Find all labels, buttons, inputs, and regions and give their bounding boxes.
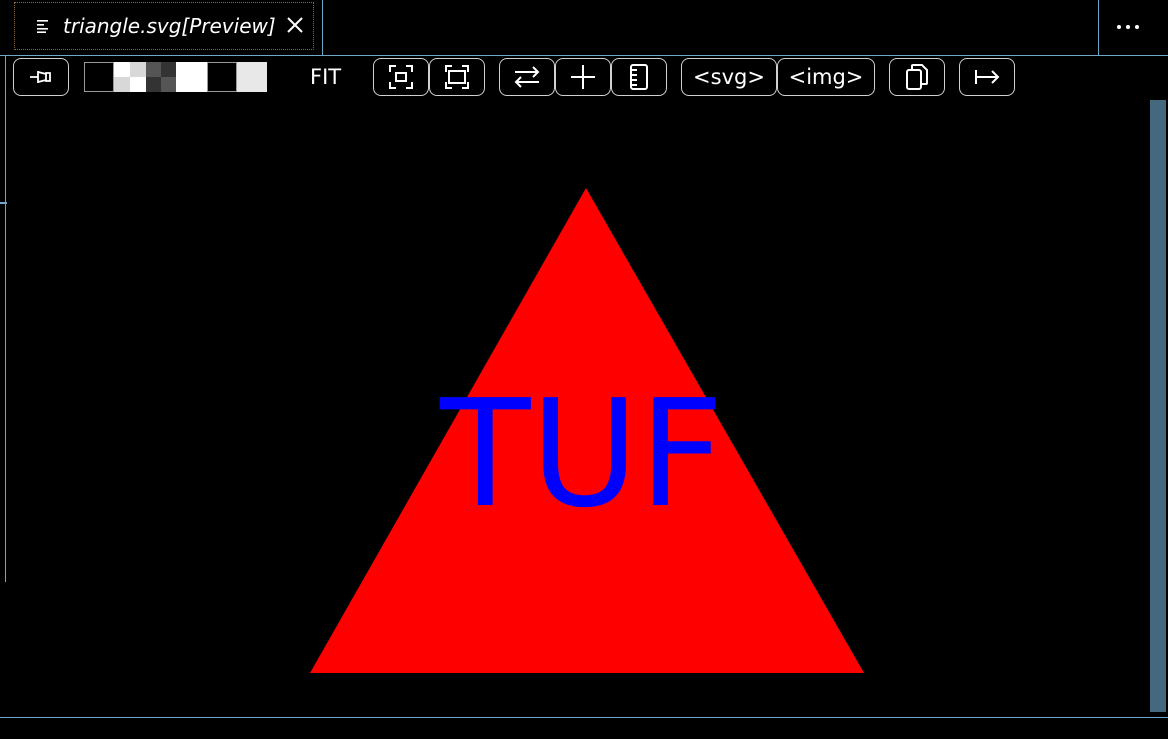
svg-preview-window: triangle.svg[Preview] FIT <svg> <img> TU… [0, 0, 1168, 739]
expand-frame-icon [445, 65, 469, 89]
copy-button[interactable] [889, 58, 945, 96]
svg-preview-canvas[interactable]: TUF [0, 100, 1168, 718]
pin-button[interactable] [13, 58, 69, 96]
export-button[interactable] [959, 58, 1015, 96]
bottom-border [0, 717, 1168, 718]
background-swatches [84, 62, 267, 92]
swap-button[interactable] [499, 58, 555, 96]
swatch-checker-dark[interactable] [146, 62, 176, 92]
img-tag-button[interactable]: <img> [777, 58, 875, 96]
svg-tag-button[interactable]: <svg> [681, 58, 777, 96]
more-actions-icon [1117, 25, 1139, 29]
preview-svg: TUF [310, 188, 864, 673]
copy-icon [906, 64, 928, 90]
swatch-checker-light[interactable] [114, 62, 146, 92]
preview-toolbar: FIT <svg> <img> [0, 56, 1168, 100]
tab-title: triangle.svg[Preview] [63, 14, 276, 38]
ruler-icon [630, 64, 648, 90]
more-actions-button[interactable] [1098, 0, 1168, 55]
fit-label[interactable]: FIT [310, 65, 341, 89]
swap-arrows-icon [514, 66, 540, 88]
img-tag-label: <img> [788, 65, 864, 89]
tab-triangle-preview[interactable]: triangle.svg[Preview] [14, 2, 314, 50]
swatch-light-gray[interactable] [237, 62, 267, 92]
swatch-black[interactable] [84, 62, 114, 92]
pin-icon [30, 71, 51, 83]
vertical-scrollbar[interactable] [1150, 100, 1166, 712]
expand-frame-button[interactable] [429, 58, 485, 96]
svg-tag-label: <svg> [693, 65, 765, 89]
preview-lines-icon [37, 20, 48, 33]
tab-bar: triangle.svg[Preview] [0, 0, 1168, 56]
close-icon[interactable] [285, 15, 305, 35]
triangle-text: TUF [439, 368, 724, 540]
ruler-button[interactable] [611, 58, 667, 96]
swatch-black-2[interactable] [207, 62, 237, 92]
plus-crosshair-icon [571, 65, 595, 89]
fit-to-frame-button[interactable] [373, 58, 429, 96]
swatch-white[interactable] [176, 62, 207, 92]
arrow-to-right-icon [975, 70, 1000, 84]
fit-to-frame-icon [389, 65, 413, 89]
tab-divider [322, 0, 323, 55]
crosshair-button[interactable] [555, 58, 611, 96]
